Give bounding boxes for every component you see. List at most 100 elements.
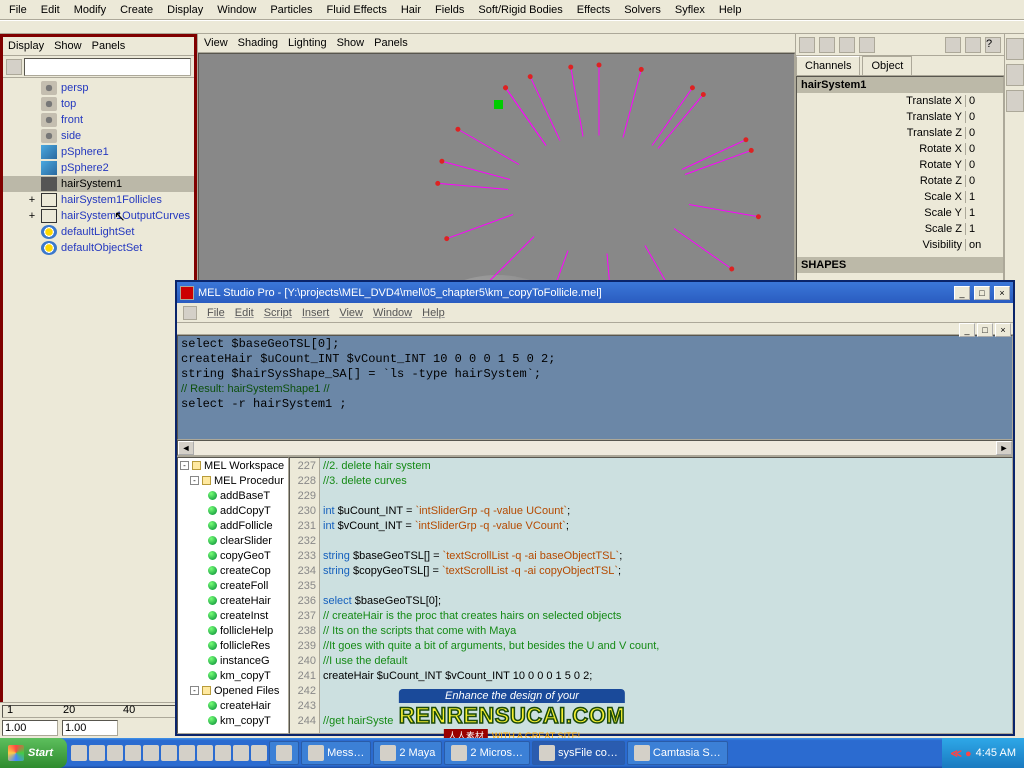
inner-max-button[interactable]: □ bbox=[977, 323, 993, 337]
tab-object[interactable]: Object bbox=[862, 56, 912, 75]
tree-proc-copyGeoT[interactable]: copyGeoT bbox=[178, 548, 288, 563]
taskbar-button[interactable] bbox=[269, 741, 299, 765]
tree-proc-km_copyT[interactable]: km_copyT bbox=[178, 668, 288, 683]
attr-scale-x[interactable]: Scale X1 bbox=[797, 189, 1003, 205]
qlaunch-5-icon[interactable] bbox=[143, 745, 159, 761]
tree-proc-follicleHelp[interactable]: follicleHelp bbox=[178, 623, 288, 638]
menu-hair[interactable]: Hair bbox=[394, 2, 428, 18]
taskbar-button[interactable]: 2 Micros… bbox=[444, 741, 530, 765]
expander-icon[interactable]: + bbox=[27, 194, 37, 206]
axis-icon[interactable] bbox=[945, 37, 961, 53]
tree-proc-addFollicle[interactable]: addFollicle bbox=[178, 518, 288, 533]
channel-box-tabs[interactable]: Channels Object bbox=[796, 56, 1004, 76]
taskbar-button[interactable]: Mess… bbox=[301, 741, 371, 765]
outliner-menu-display[interactable]: Display bbox=[8, 40, 44, 52]
attr-value[interactable]: 1 bbox=[965, 191, 1001, 203]
inner-min-button[interactable]: _ bbox=[959, 323, 975, 337]
rtool-2[interactable] bbox=[1006, 64, 1024, 86]
chtool-3-icon[interactable] bbox=[839, 37, 855, 53]
attr-value[interactable]: on bbox=[965, 239, 1001, 251]
close-button[interactable]: × bbox=[994, 286, 1010, 300]
mel-menu-script[interactable]: Script bbox=[264, 307, 292, 319]
qlaunch-2-icon[interactable] bbox=[89, 745, 105, 761]
menu-soft-rigid-bodies[interactable]: Soft/Rigid Bodies bbox=[471, 2, 569, 18]
tree-proc-createInst[interactable]: createInst bbox=[178, 608, 288, 623]
mel-workspace-tree[interactable]: -MEL Workspace-MEL ProceduraddBaseTaddCo… bbox=[177, 457, 289, 734]
menu-modify[interactable]: Modify bbox=[67, 2, 113, 18]
outliner-item-hairsystem1follicles[interactable]: +hairSystem1Follicles bbox=[3, 192, 194, 208]
help-icon[interactable]: ? bbox=[985, 37, 1001, 53]
mel-menu-help[interactable]: Help bbox=[422, 307, 445, 319]
maximize-button[interactable]: □ bbox=[974, 286, 990, 300]
outliner-item-persp[interactable]: persp bbox=[3, 80, 194, 96]
tree-proc-addBaseT[interactable]: addBaseT bbox=[178, 488, 288, 503]
vp-menu-panels[interactable]: Panels bbox=[374, 37, 408, 49]
tree-proc-folder[interactable]: -MEL Procedur bbox=[178, 473, 288, 488]
main-menubar[interactable]: FileEditModifyCreateDisplayWindowParticl… bbox=[0, 0, 1024, 20]
outliner-menu-show[interactable]: Show bbox=[54, 40, 82, 52]
menu-syflex[interactable]: Syflex bbox=[668, 2, 712, 18]
tree-opened-folder[interactable]: -Opened Files bbox=[178, 683, 288, 698]
menu-particles[interactable]: Particles bbox=[263, 2, 319, 18]
outliner-item-hairsystem1[interactable]: hairSystem1 bbox=[3, 176, 194, 192]
minimize-button[interactable]: _ bbox=[954, 286, 970, 300]
mel-menu-view[interactable]: View bbox=[339, 307, 363, 319]
outliner-item-hairsystem1outputcurves[interactable]: +hairSystem1OutputCurves bbox=[3, 208, 194, 224]
outliner-list[interactable]: persptopfrontsidepSphere1pSphere2hairSys… bbox=[3, 78, 194, 713]
qlaunch-4-icon[interactable] bbox=[125, 745, 141, 761]
qlaunch-10-icon[interactable] bbox=[233, 745, 249, 761]
attr-rotate-z[interactable]: Rotate Z0 bbox=[797, 173, 1003, 189]
tree-proc-createHair[interactable]: createHair bbox=[178, 593, 288, 608]
scroll-track[interactable] bbox=[194, 441, 996, 455]
menu-window[interactable]: Window bbox=[210, 2, 263, 18]
menu-display[interactable]: Display bbox=[160, 2, 210, 18]
mel-code-editor[interactable]: 227 228 229 230 231 232 233 234 235 236 … bbox=[289, 457, 1013, 734]
qlaunch-9-icon[interactable] bbox=[215, 745, 231, 761]
qlaunch-8-icon[interactable] bbox=[197, 745, 213, 761]
vp-menu-view[interactable]: View bbox=[204, 37, 228, 49]
outliner-item-defaultobjectset[interactable]: defaultObjectSet bbox=[3, 240, 194, 256]
rtool-1[interactable] bbox=[1006, 38, 1024, 60]
attr-scale-z[interactable]: Scale Z1 bbox=[797, 221, 1003, 237]
tab-channels[interactable]: Channels bbox=[796, 56, 860, 75]
attr-rotate-y[interactable]: Rotate Y0 bbox=[797, 157, 1003, 173]
attr-value[interactable]: 0 bbox=[965, 159, 1001, 171]
attr-value[interactable]: 1 bbox=[965, 223, 1001, 235]
attr-scale-y[interactable]: Scale Y1 bbox=[797, 205, 1003, 221]
mel-studio-window[interactable]: MEL Studio Pro - [Y:\projects\MEL_DVD4\m… bbox=[175, 280, 1015, 736]
current-time-input[interactable] bbox=[62, 720, 118, 736]
manipulator-y[interactable] bbox=[494, 100, 503, 109]
outliner-menu-panels[interactable]: Panels bbox=[92, 40, 126, 52]
outliner-item-side[interactable]: side bbox=[3, 128, 194, 144]
viewport-menu[interactable]: ViewShadingLightingShowPanels bbox=[198, 34, 795, 53]
inner-close-button[interactable]: × bbox=[995, 323, 1011, 337]
mel-menu-window[interactable]: Window bbox=[373, 307, 412, 319]
time-ruler[interactable]: 1 20 40 bbox=[2, 705, 195, 718]
menu-file[interactable]: File bbox=[2, 2, 34, 18]
attr-translate-z[interactable]: Translate Z0 bbox=[797, 125, 1003, 141]
vp-menu-show[interactable]: Show bbox=[337, 37, 365, 49]
chtool-1-icon[interactable] bbox=[799, 37, 815, 53]
attr-value[interactable]: 0 bbox=[965, 127, 1001, 139]
mel-titlebar[interactable]: MEL Studio Pro - [Y:\projects\MEL_DVD4\m… bbox=[177, 282, 1013, 303]
tree-proc-createFoll[interactable]: createFoll bbox=[178, 578, 288, 593]
system-tray[interactable]: ≪ ● 4:45 AM bbox=[942, 738, 1024, 768]
attr-value[interactable]: 0 bbox=[965, 111, 1001, 123]
globe-icon[interactable] bbox=[965, 37, 981, 53]
timeline[interactable]: 1 20 40 bbox=[0, 702, 197, 738]
taskbar-button[interactable]: Camtasia S… bbox=[627, 741, 728, 765]
qlaunch-1-icon[interactable] bbox=[71, 745, 87, 761]
menu-edit[interactable]: Edit bbox=[34, 2, 67, 18]
qlaunch-7-icon[interactable] bbox=[179, 745, 195, 761]
outliner-item-psphere1[interactable]: pSphere1 bbox=[3, 144, 194, 160]
attr-translate-y[interactable]: Translate Y0 bbox=[797, 109, 1003, 125]
mel-output-scrollbar[interactable]: ◄ ► bbox=[177, 440, 1013, 456]
attr-visibility[interactable]: Visibilityon bbox=[797, 237, 1003, 253]
tree-root[interactable]: -MEL Workspace bbox=[178, 458, 288, 473]
expander-icon[interactable]: + bbox=[27, 210, 37, 222]
tree-file-km_copyT[interactable]: km_copyT bbox=[178, 713, 288, 728]
qlaunch-11-icon[interactable] bbox=[251, 745, 267, 761]
rtool-3[interactable] bbox=[1006, 90, 1024, 112]
menu-fluid-effects[interactable]: Fluid Effects bbox=[320, 2, 394, 18]
tree-proc-instanceG[interactable]: instanceG bbox=[178, 653, 288, 668]
